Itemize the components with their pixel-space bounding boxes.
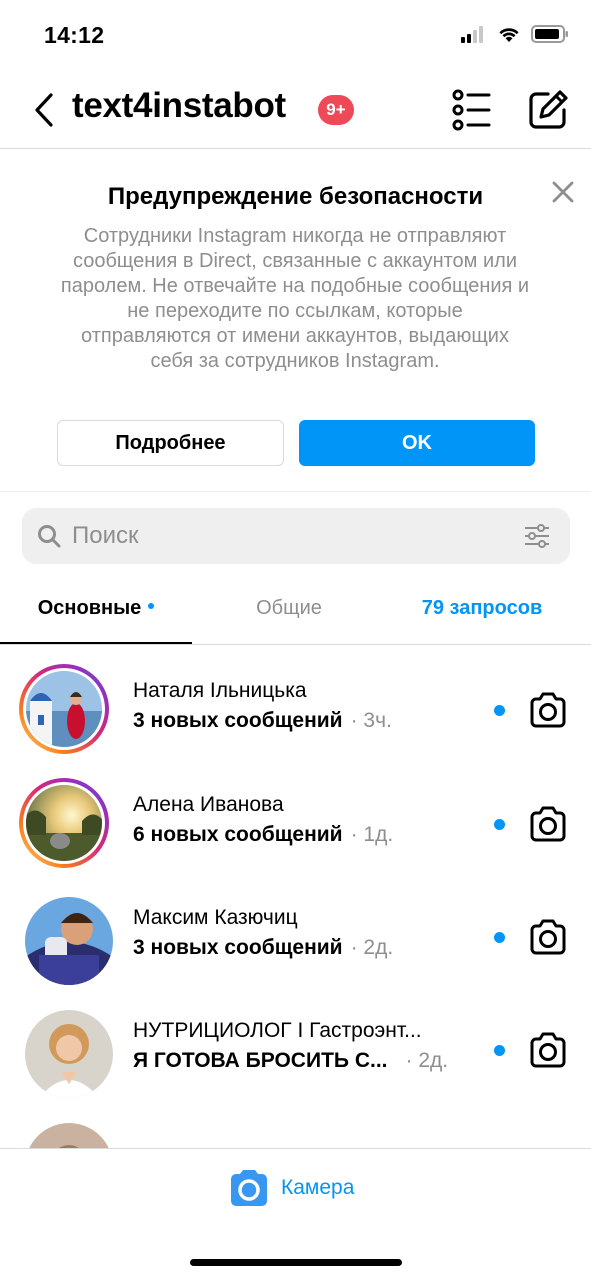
filter-button[interactable] [522, 521, 552, 551]
new-message-button[interactable] [526, 88, 570, 132]
avatar [26, 785, 102, 861]
camera-tab-button[interactable]: Камера [229, 1169, 354, 1207]
thread-name: Максим Казючиц [133, 906, 298, 929]
search-input[interactable] [72, 508, 512, 564]
warning-divider [0, 491, 591, 492]
avatar-photo [25, 897, 113, 985]
camera-reply-button[interactable] [527, 804, 569, 846]
thread-name: Алена Иванова [133, 793, 284, 816]
status-time: 14:12 [44, 22, 105, 48]
thread-item[interactable]: Максим Казючиц 3 новых сообщений · 2д. [0, 889, 591, 1002]
unread-dot [494, 819, 505, 830]
list-icon [452, 89, 491, 131]
tab-primary[interactable]: Основные [0, 572, 192, 644]
search-icon [38, 525, 61, 548]
thread-item[interactable]: Алена Иванова 6 новых сообщений · 1д. [0, 776, 591, 889]
thread-message: 3 новых сообщений [133, 936, 343, 959]
wifi-icon [499, 28, 519, 42]
avatar-photo [26, 785, 102, 861]
thread-time: · 2д. [350, 936, 394, 959]
bottom-bar: Камера [0, 1148, 591, 1280]
camera-icon [530, 692, 566, 728]
thread-preview: 3 новых сообщений · 2д. [133, 936, 393, 960]
avatar-photo [26, 671, 102, 747]
inbox-tabs: Основные Общие 79 запросов [0, 572, 591, 645]
home-indicator[interactable] [190, 1259, 402, 1266]
unread-dot [494, 1045, 505, 1056]
status-bar: 14:12 [0, 0, 591, 70]
tabs-divider [0, 644, 591, 645]
camera-icon [530, 919, 566, 955]
security-warning-banner: Предупреждение безопасности Сотрудники I… [0, 149, 591, 492]
camera-icon [530, 1032, 566, 1068]
unread-dot [494, 932, 505, 943]
list-view-button[interactable] [450, 88, 494, 132]
avatar-photo [25, 1010, 113, 1098]
learn-more-button[interactable]: Подробнее [57, 420, 284, 466]
search-bar [22, 508, 570, 564]
camera-reply-button[interactable] [527, 917, 569, 959]
back-button[interactable] [26, 88, 62, 132]
tab-requests[interactable]: 79 запросов [386, 572, 578, 644]
avatar-story-ring[interactable] [19, 778, 109, 868]
thread-name: Наталя Ільницька [133, 679, 307, 702]
camera-icon [530, 806, 566, 842]
warning-title: Предупреждение безопасности [107, 183, 484, 210]
avatar-ring-gap [23, 668, 105, 750]
thread-time: · 2д. [405, 1049, 449, 1072]
unread-dot [494, 705, 505, 716]
avatar [26, 671, 102, 747]
tab-general[interactable]: Общие [192, 572, 386, 644]
tab-unread-dot [148, 603, 155, 609]
thread-message: 6 новых сообщений [133, 823, 343, 846]
compose-icon [529, 90, 568, 129]
warning-text: Сотрудники Instagram никогда не отправля… [60, 225, 530, 372]
avatar-story-ring[interactable] [19, 664, 109, 754]
thread-item[interactable]: НУТРИЦИОЛОГ I Гастроэнт... Я ГОТОВА БРОС… [0, 1002, 591, 1115]
status-icons [461, 24, 569, 44]
tab-general-label: Общие [256, 596, 322, 619]
avatar[interactable] [25, 1010, 113, 1098]
ok-button[interactable]: OK [299, 420, 535, 466]
thread-preview: 6 новых сообщений · 1д. [133, 823, 393, 847]
thread-preview: 3 новых сообщений · 3ч. [133, 709, 392, 733]
tab-requests-label: 79 запросов [421, 596, 543, 619]
camera-tab-label: Камера [281, 1176, 355, 1199]
battery-icon [531, 25, 568, 43]
account-title[interactable]: text4instabot [72, 86, 286, 126]
camera-reply-button[interactable] [527, 690, 569, 732]
thread-preview: Я ГОТОВА БРОСИТЬ С... · 2д. [133, 1049, 448, 1073]
thread-time: · 3ч. [350, 709, 392, 732]
cellular-signal-icon [461, 26, 483, 43]
avatar[interactable] [25, 897, 113, 985]
camera-reply-button[interactable] [527, 1030, 569, 1072]
thread-item[interactable]: Наталя Ільницька 3 новых сообщений · 3ч. [0, 662, 591, 775]
chevron-left-icon [35, 93, 53, 127]
thread-time: · 1д. [350, 823, 394, 846]
thread-message: Я ГОТОВА БРОСИТЬ С... [133, 1049, 388, 1072]
filter-sliders-icon [525, 524, 549, 548]
notification-badge: 9+ [318, 95, 354, 125]
avatar-ring-gap [23, 782, 105, 864]
thread-message: 3 новых сообщений [133, 709, 343, 732]
header: text4instabot 9+ [0, 80, 591, 140]
camera-app-icon [231, 1170, 267, 1206]
thread-name: НУТРИЦИОЛОГ I Гастроэнт... [133, 1019, 422, 1042]
tab-primary-label: Основные [37, 596, 142, 619]
